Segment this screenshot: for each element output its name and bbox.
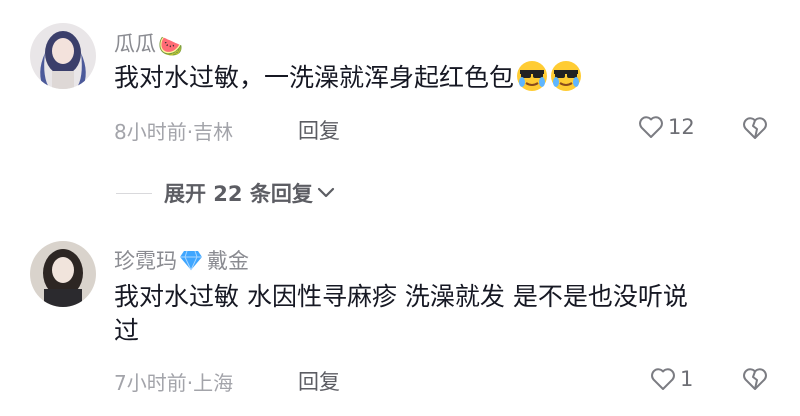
reply-button[interactable]: 回复 — [298, 115, 340, 145]
comment-text: 我对水过敏，一洗澡就浑身起红色包 — [114, 60, 582, 102]
username[interactable]: 珍霓玛 戴金 — [114, 245, 249, 276]
sunglasses-sweat-emoji-icon — [550, 60, 582, 102]
username[interactable]: 瓜瓜 🍉 — [114, 28, 183, 58]
expand-replies-label[interactable]: 展开 22 条回复 — [164, 178, 313, 208]
comment-text-continued: 过 — [114, 316, 140, 345]
comment-text: 我对水过敏 水因性寻麻疹 洗澡就发 是不是也没听说 — [114, 282, 688, 311]
avatar[interactable] — [30, 241, 96, 307]
dislike-button[interactable] — [742, 116, 768, 144]
expand-replies-button[interactable]: 展开 22 条回复 — [116, 178, 335, 208]
username-text[interactable]: 瓜瓜 — [114, 32, 156, 56]
broken-heart-icon — [743, 368, 767, 390]
heart-icon — [639, 116, 663, 138]
like-count: 1 — [680, 367, 694, 391]
time-location: 7小时前·上海 — [114, 371, 234, 395]
like-count: 12 — [668, 115, 695, 139]
watermelon-icon: 🍉 — [158, 34, 183, 58]
broken-heart-icon — [743, 117, 767, 139]
chevron-down-icon — [317, 187, 334, 198]
like-button[interactable]: 1 — [650, 367, 693, 391]
sunglasses-sweat-emoji-icon — [516, 60, 548, 102]
like-button[interactable]: 12 — [638, 115, 695, 139]
username-text[interactable]: 珍霓玛 — [114, 249, 177, 273]
reply-button[interactable]: 回复 — [298, 366, 340, 396]
divider — [116, 192, 152, 194]
avatar[interactable] — [30, 23, 96, 89]
heart-icon — [651, 368, 675, 390]
dislike-button[interactable] — [742, 367, 768, 395]
diamond-icon — [179, 249, 203, 276]
comment-text-content: 我对水过敏，一洗澡就浑身起红色包 — [114, 63, 515, 92]
badge-label: 戴金 — [207, 249, 249, 273]
time-location: 8小时前·吉林 — [114, 120, 234, 144]
